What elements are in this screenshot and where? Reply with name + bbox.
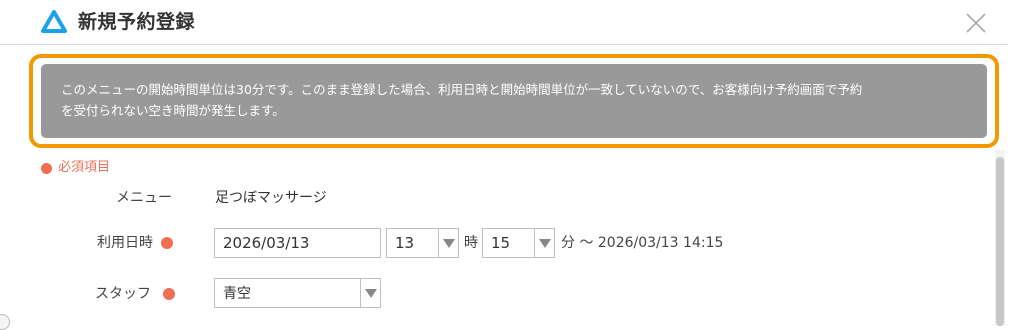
warning-line-2: を受付られない空き時間が発生します。 bbox=[61, 103, 285, 118]
hour-select[interactable]: 13 bbox=[386, 228, 459, 258]
minute-select[interactable]: 15 bbox=[482, 228, 555, 258]
datetime-label-text: 利用日時 bbox=[97, 235, 153, 251]
close-icon[interactable] bbox=[964, 11, 988, 35]
dialog-title: 新規予約登録 bbox=[78, 11, 196, 33]
datetime-label: 利用日時 bbox=[97, 234, 173, 252]
required-legend-text: 必須項目 bbox=[58, 160, 111, 175]
menu-label-text: メニュー bbox=[116, 190, 172, 206]
staff-label-text: スタッフ bbox=[95, 286, 151, 302]
menu-label: メニュー bbox=[116, 189, 172, 207]
required-legend: 必須項目 bbox=[41, 160, 110, 176]
warning-text: このメニューの開始時間単位は30分です。このまま登録した場合、利用日時と開始時間… bbox=[61, 79, 971, 121]
staff-select[interactable]: 青空 bbox=[214, 278, 381, 308]
required-dot-icon bbox=[161, 237, 173, 249]
warning-message-box: このメニューの開始時間単位は30分です。このまま登録した場合、利用日時と開始時間… bbox=[41, 64, 987, 138]
dialog-header: 新規予約登録 bbox=[0, 0, 1008, 45]
staff-label: スタッフ bbox=[95, 285, 175, 303]
required-dot-icon bbox=[163, 288, 175, 300]
triangle-logo-icon bbox=[41, 10, 67, 33]
time-range-text: 分 〜 2026/03/13 14:15 bbox=[561, 235, 724, 251]
chevron-down-icon bbox=[360, 279, 380, 307]
info-icon bbox=[0, 314, 10, 330]
menu-value: 足つぼマッサージ bbox=[215, 190, 327, 206]
chevron-down-icon bbox=[534, 229, 554, 257]
warning-highlight: このメニューの開始時間単位は30分です。このまま登録した場合、利用日時と開始時間… bbox=[29, 54, 999, 148]
warning-line-1: このメニューの開始時間単位は30分です。このまま登録した場合、利用日時と開始時間… bbox=[61, 82, 863, 97]
hour-select-value: 13 bbox=[395, 234, 415, 252]
date-input[interactable]: 2026/03/13 bbox=[214, 228, 381, 258]
required-dot-icon bbox=[41, 162, 52, 174]
scrollbar-thumb[interactable] bbox=[996, 157, 1004, 326]
minute-select-value: 15 bbox=[491, 234, 511, 252]
chevron-down-icon bbox=[438, 229, 458, 257]
staff-select-value: 青空 bbox=[223, 286, 251, 302]
hour-unit: 時 bbox=[464, 235, 478, 251]
